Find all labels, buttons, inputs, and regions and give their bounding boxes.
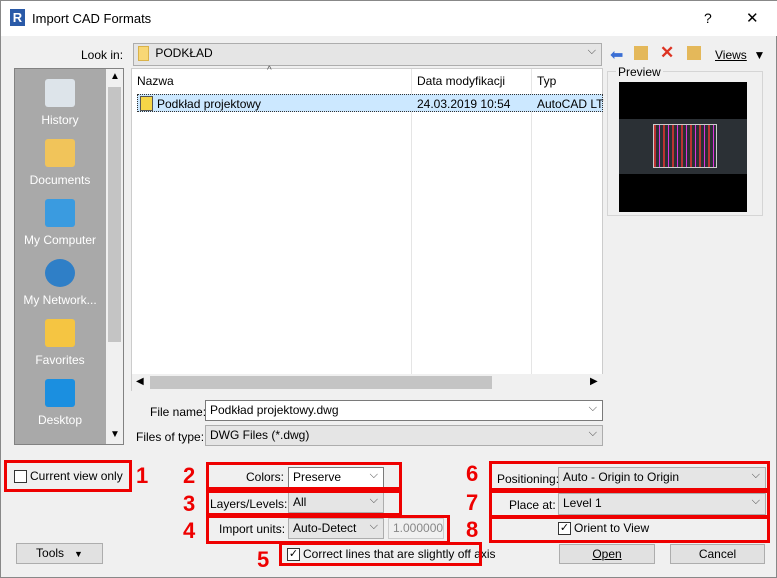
file-type-select[interactable]: DWG Files (*.dwg) ⌵ [205, 425, 603, 446]
look-in-select[interactable]: PODKŁAD ⌵ [133, 43, 602, 66]
sort-arrow-icon: ^ [267, 65, 272, 76]
delete-icon[interactable]: ✕ [660, 43, 674, 63]
chevron-down-icon: ⌵ [588, 402, 597, 414]
documents-icon [45, 139, 75, 167]
annotation-number: 8 [466, 517, 479, 542]
file-name-label: File name: [150, 405, 207, 419]
preview-group: Preview [607, 65, 763, 216]
views-label: Views [715, 48, 747, 62]
sidebar-item-label: History [41, 113, 79, 127]
file-date-cell: 24.03.2019 10:54 [417, 97, 511, 111]
dwg-file-icon [140, 96, 153, 111]
annotation-number: 1 [136, 463, 149, 488]
column-divider [531, 69, 532, 374]
column-header-name[interactable]: Nazwa [137, 74, 174, 88]
computer-icon [45, 199, 75, 227]
highlight-box [489, 516, 770, 543]
sidebar-item-documents[interactable]: Documents [14, 139, 106, 187]
close-button[interactable]: ✕ [746, 9, 759, 27]
sidebar-item-history[interactable]: History [14, 79, 106, 127]
preview-image [619, 82, 747, 212]
horizontal-scrollbar[interactable]: ◀ ▶ [132, 374, 603, 391]
highlight-box [489, 490, 770, 518]
sidebar-item-label: My Network... [23, 293, 97, 307]
network-icon [45, 259, 75, 287]
preview-label: Preview [616, 65, 663, 79]
scroll-thumb[interactable] [150, 376, 492, 389]
sidebar-item-my-computer[interactable]: My Computer [14, 199, 106, 247]
annotation-number: 6 [466, 461, 479, 486]
new-folder-icon[interactable] [687, 46, 701, 60]
annotation-number: 3 [183, 491, 196, 516]
dropdown-arrow-icon: ▼ [74, 549, 83, 559]
highlight-box [206, 462, 402, 490]
revit-logo-icon: R [10, 9, 25, 26]
column-header-date[interactable]: Data modyfikacji [417, 74, 505, 88]
tools-label: Tools [36, 546, 65, 560]
window-title: Import CAD Formats [32, 11, 152, 26]
annotation-number: 7 [466, 490, 479, 515]
file-name-cell: Podkład projektowy [157, 97, 262, 111]
look-in-value: PODKŁAD [155, 46, 213, 60]
cancel-button[interactable]: Cancel [670, 544, 765, 564]
file-type-value: DWG Files (*.dwg) [210, 428, 310, 442]
help-button[interactable]: ? [704, 10, 712, 26]
desktop-icon [45, 379, 75, 407]
favorites-icon [45, 319, 75, 347]
up-folder-icon[interactable] [634, 46, 648, 60]
sidebar-item-label: Desktop [37, 413, 83, 427]
file-list: ^ Nazwa Data modyfikacji Typ Podkład pro… [131, 65, 603, 391]
folder-icon [138, 46, 149, 62]
sidebar-item-my-network[interactable]: My Network... [14, 259, 106, 307]
back-icon[interactable]: ⬅ [610, 45, 623, 65]
scroll-thumb[interactable] [108, 87, 121, 342]
scroll-up-icon[interactable]: ▲ [110, 71, 120, 82]
file-name-value: Podkład projektowy.dwg [210, 403, 339, 417]
title-bar: R Import CAD Formats ? ✕ [1, 1, 777, 36]
highlight-box [279, 542, 482, 566]
sidebar-item-desktop[interactable]: Desktop [14, 379, 106, 427]
file-type-cell: AutoCAD LT [537, 97, 604, 111]
sidebar-item-favorites[interactable]: Favorites [14, 319, 106, 367]
chevron-down-icon: ⌵ [588, 427, 597, 439]
annotation-number: 4 [183, 518, 196, 543]
column-divider [411, 69, 412, 374]
scroll-right-icon[interactable]: ▶ [590, 376, 598, 387]
sidebar-item-label: My Computer [23, 233, 97, 247]
scroll-down-icon[interactable]: ▼ [110, 429, 120, 440]
column-header-type[interactable]: Typ [537, 74, 556, 88]
sidebar-item-label: Favorites [35, 353, 85, 367]
sidebar-item-label: Documents [29, 173, 91, 187]
open-button[interactable]: Open [559, 544, 655, 564]
annotation-number: 2 [183, 463, 196, 488]
highlight-box [4, 460, 132, 492]
scroll-left-icon[interactable]: ◀ [136, 376, 144, 387]
tools-button[interactable]: Tools ▼ [16, 543, 103, 564]
annotation-number: 5 [257, 547, 270, 572]
file-type-label: Files of type: [136, 430, 205, 444]
highlight-box [206, 490, 402, 516]
look-in-label: Look in: [81, 48, 124, 62]
sidebar-scrollbar[interactable]: ▲ ▼ [106, 69, 123, 444]
history-icon [45, 79, 75, 107]
highlight-box [206, 515, 450, 544]
highlight-box [489, 461, 770, 491]
views-button[interactable]: Views ▼ [715, 48, 765, 62]
file-row[interactable]: Podkład projektowy 24.03.2019 10:54 Auto… [137, 94, 603, 112]
chevron-down-icon: ⌵ [587, 45, 596, 57]
file-name-input[interactable]: Podkład projektowy.dwg ⌵ [205, 400, 603, 421]
